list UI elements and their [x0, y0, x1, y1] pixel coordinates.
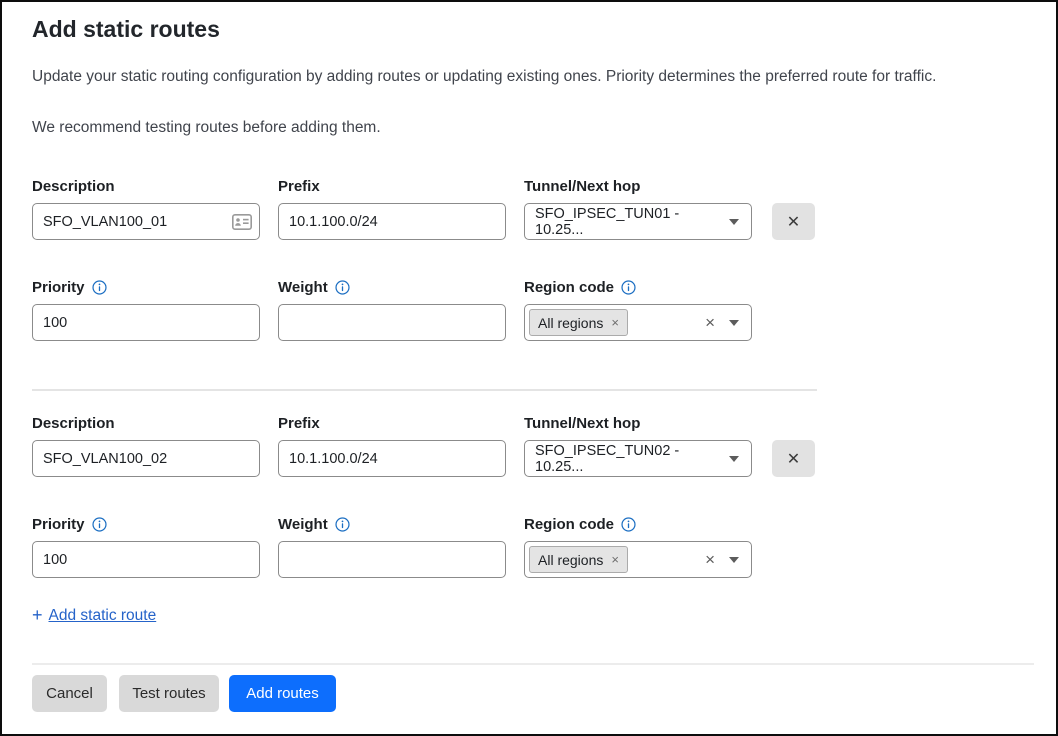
region-code-combobox[interactable]: All regions × × [524, 541, 752, 578]
route-row-2: Description Prefix Tunnel/Next hop SFO_I… [32, 415, 822, 585]
tunnel-select-value: SFO_IPSEC_TUN01 - 10.25... [535, 206, 729, 238]
weight-label: Weight [278, 279, 350, 296]
clear-icon[interactable]: × [705, 551, 715, 568]
tunnel-label: Tunnel/Next hop [524, 415, 640, 432]
chevron-down-icon [729, 219, 739, 225]
add-static-route-label: Add static route [49, 607, 157, 625]
test-routes-button[interactable]: Test routes [119, 675, 219, 712]
page-title: Add static routes [32, 16, 220, 43]
tunnel-select[interactable]: SFO_IPSEC_TUN01 - 10.25... [524, 203, 752, 240]
remove-route-button[interactable]: ✕ [772, 203, 815, 240]
tunnel-select[interactable]: SFO_IPSEC_TUN02 - 10.25... [524, 440, 752, 477]
add-static-route-link[interactable]: + Add static route [32, 605, 156, 626]
region-chip-label: All regions [538, 552, 603, 568]
info-icon[interactable] [335, 517, 350, 532]
chip-remove-icon[interactable]: × [611, 315, 619, 330]
region-code-combobox[interactable]: All regions × × [524, 304, 752, 341]
region-code-label: Region code [524, 516, 636, 533]
description-input[interactable] [32, 203, 260, 240]
description-input[interactable] [32, 440, 260, 477]
prefix-label: Prefix [278, 415, 320, 432]
info-icon[interactable] [621, 517, 636, 532]
info-icon[interactable] [335, 280, 350, 295]
add-static-routes-dialog: Add static routes Update your static rou… [0, 0, 1058, 736]
section-divider [32, 389, 817, 391]
weight-label: Weight [278, 516, 350, 533]
region-chip: All regions × [529, 546, 628, 573]
route-row-1: Description Prefix Tunnel/Next hop SFO_I [32, 178, 822, 348]
region-code-label: Region code [524, 279, 636, 296]
intro-text: Update your static routing configuration… [32, 68, 1037, 86]
clear-icon[interactable]: × [705, 314, 715, 331]
chevron-down-icon [729, 557, 739, 563]
info-icon[interactable] [92, 280, 107, 295]
contact-card-icon[interactable] [232, 214, 252, 230]
note-text: We recommend testing routes before addin… [32, 119, 1037, 137]
add-routes-button[interactable]: Add routes [229, 675, 336, 712]
chevron-down-icon [729, 320, 739, 326]
description-label: Description [32, 415, 115, 432]
priority-input[interactable] [32, 541, 260, 578]
cancel-button[interactable]: Cancel [32, 675, 107, 712]
prefix-input[interactable] [278, 440, 506, 477]
chevron-down-icon [729, 456, 739, 462]
footer-divider [32, 663, 1034, 665]
chip-remove-icon[interactable]: × [611, 552, 619, 567]
tunnel-label: Tunnel/Next hop [524, 178, 640, 195]
weight-input[interactable] [278, 541, 506, 578]
priority-label: Priority [32, 516, 107, 533]
info-icon[interactable] [621, 280, 636, 295]
plus-icon: + [32, 605, 43, 626]
weight-input[interactable] [278, 304, 506, 341]
priority-label: Priority [32, 279, 107, 296]
prefix-label: Prefix [278, 178, 320, 195]
tunnel-select-value: SFO_IPSEC_TUN02 - 10.25... [535, 443, 729, 475]
description-label: Description [32, 178, 115, 195]
region-chip: All regions × [529, 309, 628, 336]
prefix-input[interactable] [278, 203, 506, 240]
priority-input[interactable] [32, 304, 260, 341]
info-icon[interactable] [92, 517, 107, 532]
region-chip-label: All regions [538, 315, 603, 331]
remove-route-button[interactable]: ✕ [772, 440, 815, 477]
